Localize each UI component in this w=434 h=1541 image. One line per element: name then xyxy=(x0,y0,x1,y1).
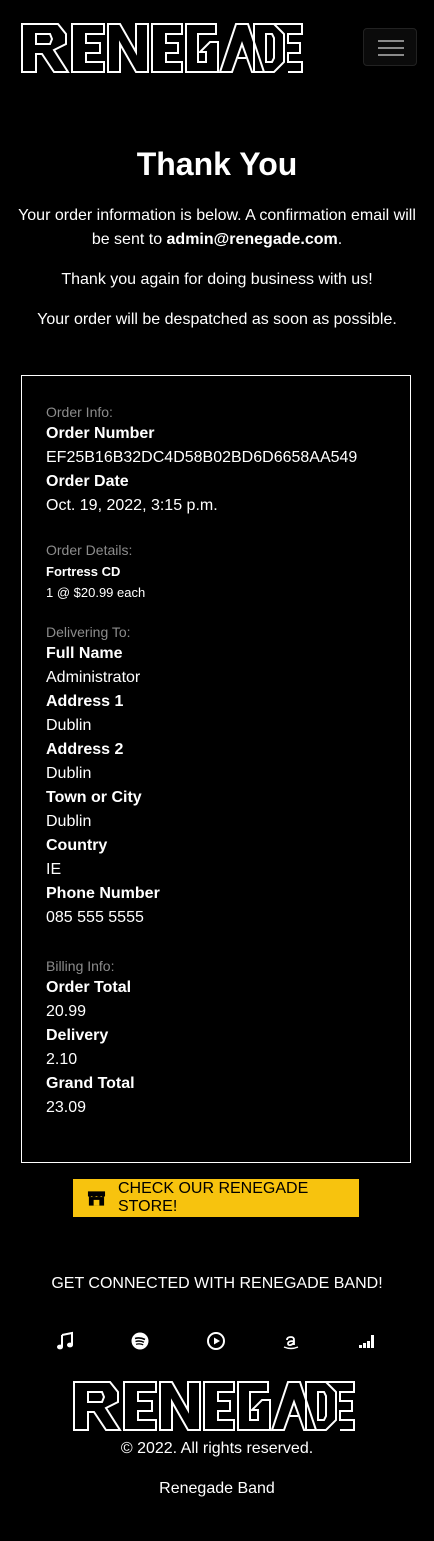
copyright-text: © 2022. All rights reserved. xyxy=(120,1440,314,1457)
spotify-icon[interactable] xyxy=(130,1331,150,1351)
item-quantity: 1 @ $20.99 each xyxy=(46,585,146,600)
order-info-label: Order Info: xyxy=(46,404,113,420)
footer-renegade-logo xyxy=(73,1381,355,1431)
grand-total-label: Grand Total xyxy=(46,1075,135,1092)
delivery-label: Delivery xyxy=(46,1027,109,1044)
order-total-label: Order Total xyxy=(46,979,132,996)
order-number-value: EF25B16B32DC4D58B02BD6D6658AA549 xyxy=(46,449,358,466)
renegade-logo[interactable] xyxy=(20,22,304,74)
delivery-value: 2.10 xyxy=(46,1051,78,1068)
navbar xyxy=(0,0,434,96)
store-icon xyxy=(87,1191,106,1206)
full-name-value: Administrator xyxy=(46,669,141,686)
full-name-label: Full Name xyxy=(46,645,123,662)
delivering-to-label: Delivering To: xyxy=(46,624,131,640)
order-number-label: Order Number xyxy=(46,425,155,442)
check-store-label: CHECK OUR RENEGADE STORE! xyxy=(117,1180,309,1215)
billing-info-label: Billing Info: xyxy=(46,958,115,974)
phone-label: Phone Number xyxy=(46,885,160,902)
play-circle-icon[interactable] xyxy=(206,1331,226,1351)
hamburger-menu-icon xyxy=(378,40,404,42)
page-title: Thank You xyxy=(136,146,298,182)
phone-value: 085 555 5555 xyxy=(46,909,144,926)
town-value: Dublin xyxy=(46,813,92,830)
check-store-button[interactable]: CHECK OUR RENEGADE STORE! xyxy=(73,1179,359,1217)
intro-text: Your order information is below. A confi… xyxy=(18,207,416,248)
address2-label: Address 2 xyxy=(46,741,124,758)
address1-label: Address 1 xyxy=(46,693,124,710)
town-label: Town or City xyxy=(46,789,142,806)
item-name: Fortress CD xyxy=(46,564,121,579)
band-name: Renegade Band xyxy=(159,1480,275,1497)
order-date-label: Order Date xyxy=(46,473,129,490)
navbar-toggle-button[interactable] xyxy=(363,28,417,66)
address2-value: Dublin xyxy=(46,765,92,782)
social-links xyxy=(0,1331,434,1351)
order-summary-card: Order Info: Order Number EF25B16B32DC4D5… xyxy=(21,375,411,1163)
address1-value: Dublin xyxy=(46,717,92,734)
grand-total-value: 23.09 xyxy=(46,1099,87,1116)
country-value: IE xyxy=(46,861,62,878)
thanks-text: Thank you again for doing business with … xyxy=(61,271,373,288)
confirmation-email: admin@renegade.com xyxy=(166,231,338,248)
amazon-icon[interactable] xyxy=(281,1331,301,1351)
music-note-icon[interactable] xyxy=(55,1331,75,1351)
order-total-value: 20.99 xyxy=(46,1003,87,1020)
order-details-label: Order Details: xyxy=(46,542,133,558)
country-label: Country xyxy=(46,837,108,854)
order-date-value: Oct. 19, 2022, 3:15 p.m. xyxy=(46,497,218,514)
deezer-icon[interactable] xyxy=(357,1331,377,1351)
connect-heading: GET CONNECTED WITH RENEGADE BAND! xyxy=(51,1275,383,1292)
despatch-text: Your order will be despatched as soon as… xyxy=(37,311,397,328)
